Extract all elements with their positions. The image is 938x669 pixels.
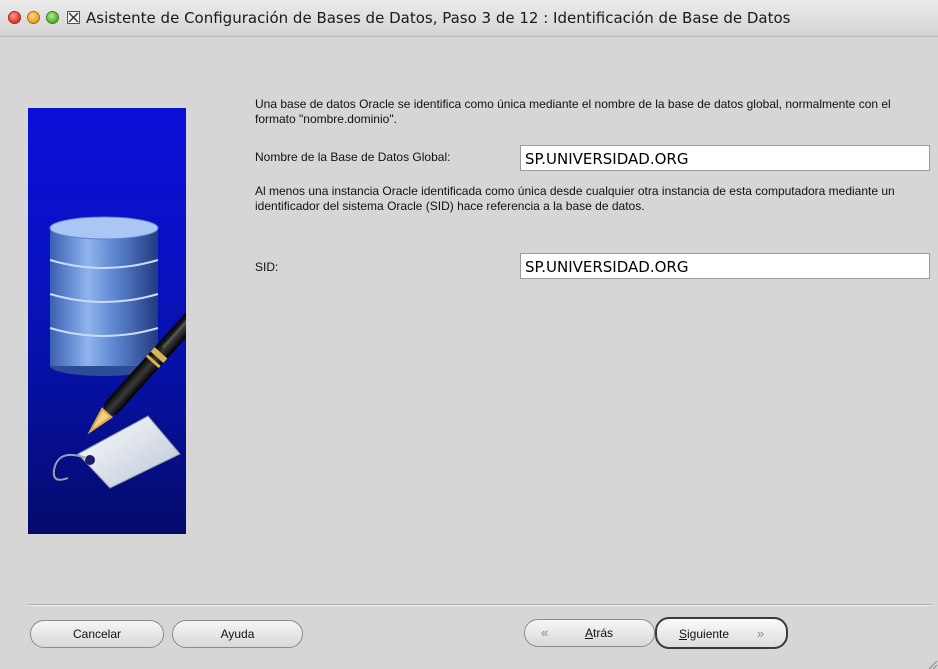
back-arrow-icon: « (541, 625, 549, 640)
sid-field[interactable] (520, 253, 930, 279)
sid-label: SID: (255, 260, 279, 274)
help-button[interactable]: Ayuda (172, 620, 303, 648)
back-label-rest: trás (593, 626, 614, 640)
window-title: Asistente de Configuración de Bases de D… (86, 9, 791, 27)
wizard-illustration (28, 108, 186, 534)
global-db-name-label: Nombre de la Base de Datos Global: (255, 150, 451, 164)
intro-text: Una base de datos Oracle se identifica c… (255, 97, 891, 126)
zoom-button[interactable] (46, 11, 59, 24)
dbca-window: Asistente de Configuración de Bases de D… (0, 0, 938, 669)
next-button[interactable]: Siguiente » (655, 617, 788, 649)
global-db-name-field[interactable] (520, 145, 930, 171)
close-button[interactable] (8, 11, 21, 24)
back-mnemonic: A (585, 626, 594, 640)
next-mnemonic: S (679, 627, 688, 641)
resize-grip-icon[interactable] (926, 657, 938, 669)
button-separator (28, 604, 932, 606)
next-arrow-icon: » (757, 626, 765, 641)
title-bar[interactable]: Asistente de Configuración de Bases de D… (0, 0, 938, 37)
minimize-button[interactable] (27, 11, 40, 24)
next-label-rest: iguiente (687, 627, 730, 641)
sid-description-text: Al menos una instancia Oracle identifica… (255, 184, 895, 213)
cancel-button[interactable]: Cancelar (30, 620, 164, 648)
next-button-label: Siguiente (679, 619, 729, 649)
back-button[interactable]: « Atrás (524, 619, 655, 647)
back-button-label: Atrás (585, 620, 613, 646)
x11-icon (67, 11, 80, 24)
